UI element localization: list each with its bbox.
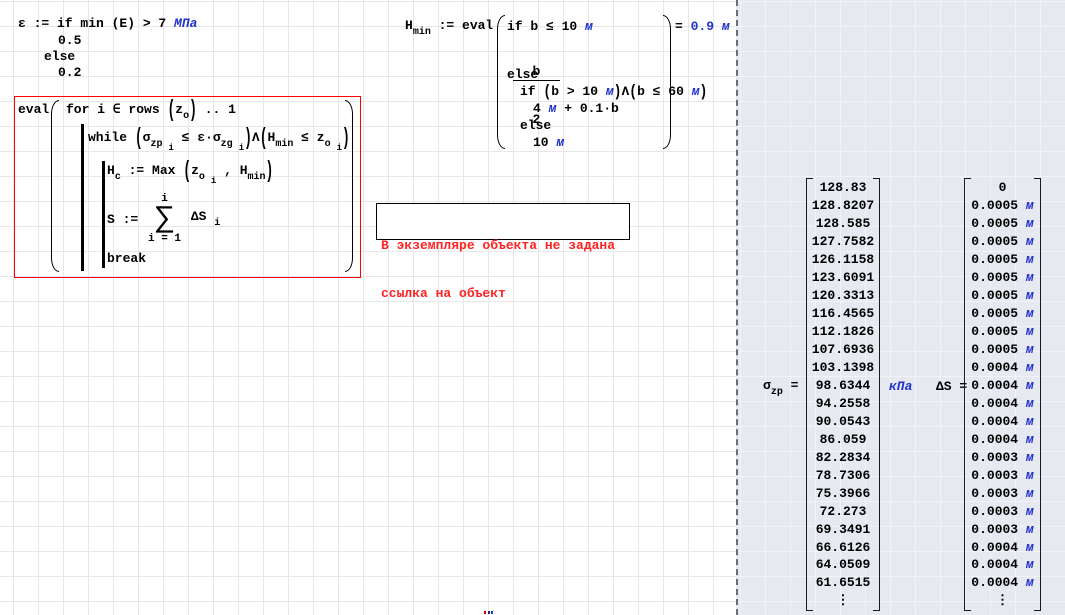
matrix-cell: 94.2558 (814, 394, 872, 412)
program-bar (81, 124, 84, 271)
program-bar (102, 161, 105, 268)
paren-right-icon (663, 15, 671, 149)
error-message-box[interactable]: В экземпляре объекта не задана ссылка на… (376, 203, 630, 240)
matrix-cell: 0.0003 м (972, 448, 1033, 466)
matrix-cell: 0.0003 м (972, 520, 1033, 538)
matrix-cell: 0.0003 м (972, 484, 1033, 502)
matrix-cell: ⋮ (972, 592, 1033, 610)
matrix-cell: 0.0005 м (972, 305, 1033, 323)
matrix-cell: 0.0004 м (972, 359, 1033, 377)
matrix-cell: 0.0005 м (972, 197, 1033, 215)
hc-assignment-line: Hc := Max (zo i , Hmin) (107, 163, 273, 189)
error-line: ссылка на объект (381, 286, 625, 302)
sigma-sum-symbol: ∑ (156, 205, 174, 233)
summation-icon: i ∑ i = 1 (148, 194, 181, 245)
matrix-cell: 78.7306 (814, 466, 872, 484)
matrix-cell: 112.1826 (814, 323, 872, 341)
matrix-cell: 107.6936 (814, 341, 872, 359)
formula-line: else (44, 49, 75, 64)
mathcad-worksheet: ε := if min (E) > 7 МПа 0.5 else 0.2 eva… (0, 0, 1065, 615)
eval-keyword: eval (18, 102, 49, 117)
matrix-cell: 0.0005 м (972, 269, 1033, 287)
matrix-cell: 0.0005 м (972, 287, 1033, 305)
while-line: while (σzp i ≤ ε·σzg i)Λ(Hmin ≤ zo i) (88, 130, 350, 156)
matrix-cell: 126.1158 (814, 251, 872, 269)
formula-line: ε := if min (E) > 7 МПа (18, 16, 197, 31)
matrix-cell: 64.0509 (814, 556, 872, 574)
matrix-cell: 127.7582 (814, 233, 872, 251)
matrix-cell: 61.6515 (814, 574, 872, 592)
sum-assignment-line: S := i ∑ i = 1 ΔS i (107, 194, 220, 245)
matrix-cell: 75.3966 (814, 484, 872, 502)
formula-line: 0.2 (58, 65, 81, 80)
matrix-cell: 0.0004 м (972, 574, 1033, 592)
matrix-cell: 116.4565 (814, 305, 872, 323)
hmin-result: = 0.9 м (675, 19, 730, 34)
for-line: for i ∈ rows (zo) .. 1 (66, 102, 236, 124)
formula-line: if b ≤ 10 м (507, 19, 593, 34)
paren-left-icon (497, 15, 505, 149)
matrix-cell: 0.0005 м (972, 215, 1033, 233)
matrix-cell: 0.0005 м (972, 341, 1033, 359)
matrix-cell: 66.6126 (814, 538, 872, 556)
matrix-cell: 98.6344 (814, 376, 872, 394)
matrix-cell: 0.0004 м (972, 556, 1033, 574)
delta-s-matrix: 00.0005 м0.0005 м0.0005 м0.0005 м0.0005 … (964, 178, 1041, 611)
matrix-cell: 0.0004 м (972, 376, 1033, 394)
matrix-bracket-right-icon (1034, 178, 1041, 611)
matrix-cell: ⋮ (814, 592, 872, 610)
formula-line: 10 м (533, 135, 564, 150)
matrix-cell: 123.6091 (814, 269, 872, 287)
matrix-bracket-left-icon (964, 178, 971, 611)
matrix-cell: 0.0004 м (972, 538, 1033, 556)
formula-line: else (520, 118, 551, 133)
matrix-cell: 128.8207 (814, 197, 872, 215)
sigma-zp-matrix: 128.83128.8207128.585127.7582126.1158123… (806, 178, 880, 611)
matrix-cell: 103.1398 (814, 359, 872, 377)
sigma-zp-unit: кПа (889, 379, 912, 394)
matrix-cell: 72.273 (814, 502, 872, 520)
matrix-cell: 120.3313 (814, 287, 872, 305)
matrix-cell: 0 (972, 179, 1033, 197)
formula-line: 0.5 (58, 33, 81, 48)
matrix-cell: 0.0003 м (972, 466, 1033, 484)
matrix-cell: 0.0003 м (972, 502, 1033, 520)
matrix-rows: 00.0005 м0.0005 м0.0005 м0.0005 м0.0005 … (972, 179, 1033, 610)
sum-lower-limit: i = 1 (148, 233, 181, 245)
sigma-zp-label: σzp = (763, 378, 798, 400)
matrix-cell: 0.0005 м (972, 323, 1033, 341)
matrix-cell: 0.0004 м (972, 430, 1033, 448)
matrix-rows: 128.83128.8207128.585127.7582126.1158123… (814, 179, 872, 610)
matrix-cell: 82.2834 (814, 448, 872, 466)
matrix-cell: 86.059 (814, 430, 872, 448)
matrix-cell: 128.585 (814, 215, 872, 233)
formula-line: if (b > 10 м)Λ(b ≤ 60 м) (520, 84, 707, 99)
error-line: В экземпляре объекта не задана (381, 238, 625, 254)
sum-lhs: S := (107, 212, 146, 227)
clipped-region-marker (484, 611, 494, 614)
paren-left-icon (51, 100, 59, 272)
matrix-cell: 0.0004 м (972, 412, 1033, 430)
hmin-lhs: Hmin := eval (405, 18, 493, 40)
matrix-cell: 0.0004 м (972, 394, 1033, 412)
formula-line: else (507, 67, 538, 82)
matrix-cell: 0.0005 м (972, 233, 1033, 251)
matrix-cell: 128.83 (814, 179, 872, 197)
sum-rhs: ΔS i (183, 209, 220, 231)
matrix-cell: 0.0005 м (972, 251, 1033, 269)
break-line: break (107, 251, 146, 266)
formula-line: 4 м + 0.1·b (533, 101, 619, 116)
delta-s-label: ΔS = (936, 379, 967, 394)
matrix-cell: 69.3491 (814, 520, 872, 538)
matrix-cell: 90.0543 (814, 412, 872, 430)
